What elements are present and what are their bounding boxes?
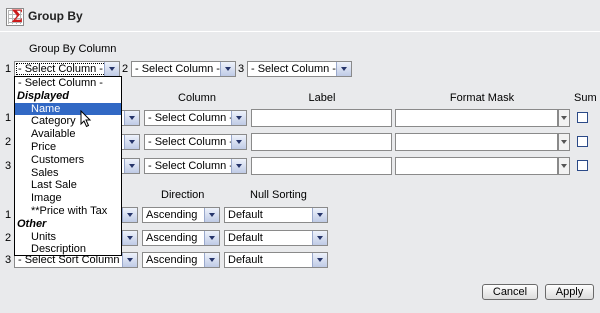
label-field-3[interactable] — [251, 157, 392, 175]
cancel-button[interactable]: Cancel — [482, 284, 538, 300]
dropdown-option[interactable]: - Select Column - — [15, 77, 121, 90]
format-mask-field-1[interactable] — [395, 109, 558, 127]
sort-row-1-number: 1 — [5, 209, 12, 221]
group-by-column-1-select[interactable]: - Select Column - — [14, 61, 120, 77]
format-mask-1-chevron-icon[interactable] — [558, 109, 570, 127]
dropdown-option-selected[interactable]: Name — [15, 102, 121, 116]
chevron-down-icon[interactable] — [231, 111, 246, 125]
column-header: Column — [178, 92, 216, 104]
format-mask-header: Format Mask — [449, 92, 515, 104]
sort-direction-3-select[interactable]: Ascending — [142, 252, 220, 268]
chevron-down-icon[interactable] — [124, 159, 139, 173]
chevron-down-icon[interactable] — [312, 231, 327, 245]
null-sorting-1-value: Default — [228, 209, 263, 221]
chevron-down-icon[interactable] — [204, 253, 219, 267]
null-sorting-2-select[interactable]: Default — [224, 230, 328, 246]
chevron-down-icon[interactable] — [312, 253, 327, 267]
apply-button[interactable]: Apply — [545, 284, 594, 300]
dropdown-group-label: Displayed — [17, 89, 69, 102]
chevron-down-icon[interactable] — [104, 62, 119, 76]
function-row-3-number: 3 — [5, 160, 12, 172]
chevron-down-icon[interactable] — [124, 111, 139, 125]
group-by-column-3-value: - Select Column - — [251, 63, 336, 75]
function-column-2-select[interactable]: - Select Column - — [144, 134, 247, 150]
chevron-down-icon[interactable] — [231, 159, 246, 173]
sum-checkbox-1[interactable] — [577, 112, 588, 123]
format-mask-2-chevron-icon[interactable] — [558, 133, 570, 151]
function-column-2-value: - Select Column - — [148, 136, 233, 148]
dropdown-option[interactable]: **Price with Tax — [15, 205, 121, 218]
dropdown-option[interactable]: Category — [15, 115, 121, 128]
function-column-1-select[interactable]: - Select Column - — [144, 110, 247, 126]
group-by-column-2-select[interactable]: - Select Column - — [131, 61, 236, 77]
direction-header: Direction — [161, 189, 205, 201]
function-row-2-number: 2 — [5, 136, 12, 148]
function-column-3-value: - Select Column - — [148, 160, 233, 172]
sigma-table-icon: Σ — [6, 7, 24, 27]
dropdown-option[interactable]: Last Sale — [15, 179, 121, 192]
dropdown-option[interactable]: Description — [15, 243, 121, 256]
sort-direction-3-value: Ascending — [146, 254, 198, 266]
group-by-column-3-select[interactable]: - Select Column - — [247, 61, 352, 77]
group-by-row-3-number: 3 — [238, 63, 245, 75]
title-divider — [0, 31, 600, 32]
group-by-column-1-value: - Select Column - — [18, 63, 103, 75]
dropdown-option[interactable]: Customers — [15, 154, 121, 167]
sum-checkbox-2[interactable] — [577, 136, 588, 147]
null-sorting-3-value: Default — [228, 254, 263, 266]
sort-row-3-number: 3 — [5, 254, 12, 266]
null-sorting-2-value: Default — [228, 232, 263, 244]
dropdown-option[interactable]: Image — [15, 192, 121, 205]
group-by-column-2-value: - Select Column - — [135, 63, 220, 75]
chevron-down-icon[interactable] — [231, 135, 246, 149]
chevron-down-icon[interactable] — [122, 231, 137, 245]
group-by-row-2-number: 2 — [122, 63, 129, 75]
chevron-down-icon[interactable] — [204, 231, 219, 245]
sort-direction-1-value: Ascending — [146, 209, 198, 221]
chevron-down-icon[interactable] — [204, 208, 219, 222]
label-header: Label — [308, 92, 336, 104]
format-mask-field-2[interactable] — [395, 133, 558, 151]
chevron-down-icon[interactable] — [312, 208, 327, 222]
format-mask-field-3[interactable] — [395, 157, 558, 175]
dropdown-option[interactable]: Sales — [15, 167, 121, 180]
group-by-row-1-number: 1 — [5, 63, 12, 75]
chevron-down-icon[interactable] — [336, 62, 351, 76]
mouse-pointer-icon — [80, 110, 92, 128]
null-sorting-header: Null Sorting — [250, 189, 307, 201]
page-title: Group By — [28, 9, 83, 23]
group-by-column-dropdown-list[interactable]: - Select Column - Displayed Name Categor… — [14, 76, 122, 256]
label-field-1[interactable] — [251, 109, 392, 127]
label-field-2[interactable] — [251, 133, 392, 151]
sort-direction-2-value: Ascending — [146, 232, 198, 244]
sort-row-2-number: 2 — [5, 232, 12, 244]
dropdown-option[interactable]: Price — [15, 141, 121, 154]
sort-direction-1-select[interactable]: Ascending — [142, 207, 220, 223]
chevron-down-icon[interactable] — [124, 135, 139, 149]
null-sorting-3-select[interactable]: Default — [224, 252, 328, 268]
group-by-column-label: Group By Column — [29, 43, 117, 55]
null-sorting-1-select[interactable]: Default — [224, 207, 328, 223]
sort-direction-2-select[interactable]: Ascending — [142, 230, 220, 246]
format-mask-3-chevron-icon[interactable] — [558, 157, 570, 175]
chevron-down-icon[interactable] — [122, 208, 137, 222]
function-column-3-select[interactable]: - Select Column - — [144, 158, 247, 174]
chevron-down-icon[interactable] — [122, 253, 137, 267]
dropdown-option[interactable]: Units — [15, 231, 121, 244]
sum-checkbox-3[interactable] — [577, 160, 588, 171]
function-row-1-number: 1 — [5, 112, 12, 124]
dropdown-option[interactable]: Available — [15, 128, 121, 141]
function-column-1-value: - Select Column - — [148, 112, 233, 124]
sum-header: Sum — [574, 92, 597, 104]
chevron-down-icon[interactable] — [220, 62, 235, 76]
dropdown-group-label: Other — [17, 217, 47, 230]
